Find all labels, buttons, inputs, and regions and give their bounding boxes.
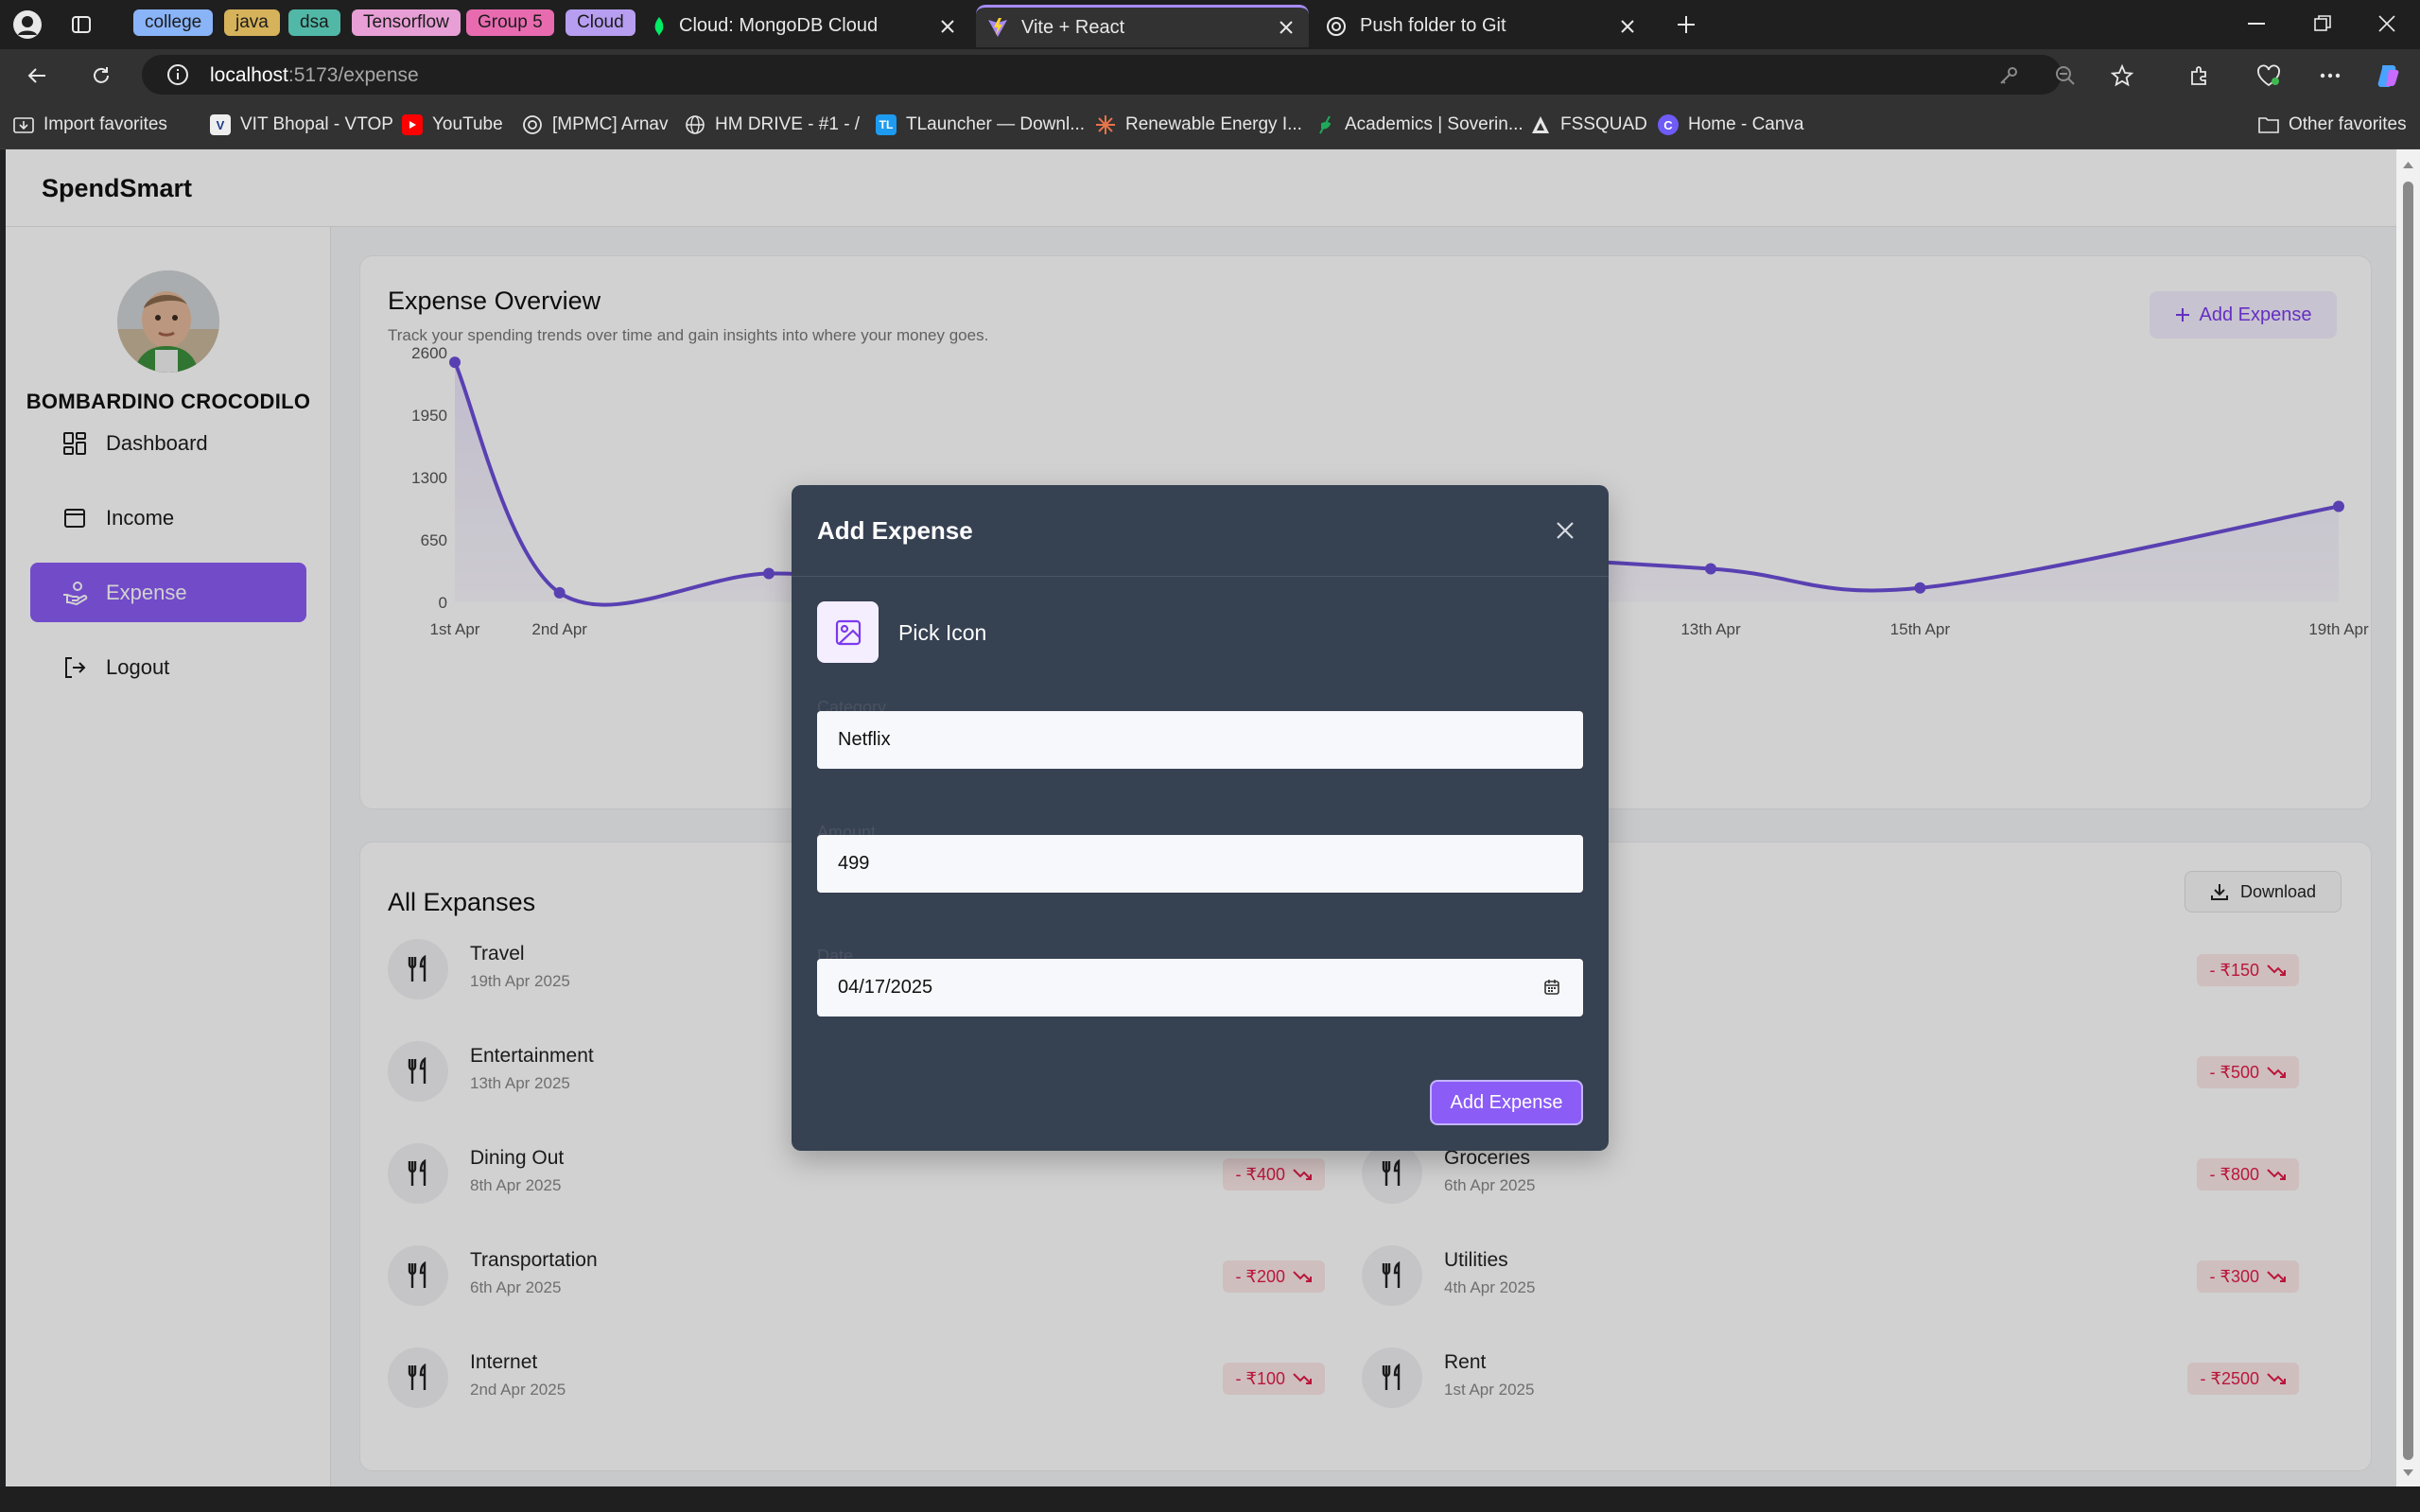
close-tab-icon[interactable] bbox=[934, 13, 961, 40]
fav-canva[interactable]: C Home - Canva bbox=[1658, 112, 1804, 138]
back-arrow-icon[interactable] bbox=[23, 61, 51, 90]
add-expense-modal: Add Expense Pick Icon Category Amount Da… bbox=[792, 485, 1609, 1151]
extensions-icon[interactable] bbox=[2186, 62, 2213, 89]
vtop-icon: V bbox=[210, 114, 231, 135]
submit-add-expense-button[interactable]: Add Expense bbox=[1430, 1080, 1583, 1125]
calendar-icon[interactable] bbox=[1543, 979, 1560, 996]
scrollbar-thumb[interactable] bbox=[2403, 182, 2413, 1460]
tab-group-group5[interactable]: Group 5 bbox=[466, 9, 554, 36]
amount-input-value: 499 bbox=[838, 853, 870, 874]
close-tab-icon[interactable] bbox=[1273, 14, 1299, 41]
url-field[interactable]: localhost:5173/expense bbox=[142, 55, 2062, 95]
more-options-icon[interactable] bbox=[2317, 62, 2343, 89]
pick-icon-label: Pick Icon bbox=[898, 620, 987, 645]
browser-tab-bar: college java dsa Tensorflow Group 5 Clou… bbox=[0, 0, 2420, 49]
fssquad-icon bbox=[1530, 114, 1551, 135]
amount-input[interactable]: 499 bbox=[817, 835, 1583, 893]
tab-title: Cloud: MongoDB Cloud bbox=[679, 15, 879, 36]
profile-avatar-icon[interactable] bbox=[11, 9, 44, 41]
pick-icon-button[interactable] bbox=[817, 601, 879, 663]
new-tab-icon[interactable] bbox=[1670, 9, 1702, 41]
url-host: localhost bbox=[210, 64, 288, 86]
fav-label: TLauncher — Downl... bbox=[906, 114, 1086, 134]
globe-icon bbox=[685, 114, 705, 135]
category-input[interactable]: Netflix bbox=[817, 711, 1583, 769]
fav-mpmc-arnav[interactable]: [MPMC] Arnav bbox=[522, 112, 668, 138]
browser-essentials-icon[interactable] bbox=[2255, 62, 2283, 89]
youtube-icon bbox=[402, 114, 423, 135]
close-icon[interactable] bbox=[1548, 513, 1582, 547]
date-input[interactable]: 04/17/2025 bbox=[817, 959, 1583, 1017]
category-input-value: Netflix bbox=[838, 729, 891, 750]
tab-group-tensorflow[interactable]: Tensorflow bbox=[352, 9, 461, 36]
date-input-value: 04/17/2025 bbox=[838, 977, 933, 998]
copilot-icon[interactable] bbox=[2374, 61, 2404, 91]
tab-group-college[interactable]: college bbox=[133, 9, 214, 36]
fav-academics[interactable]: Academics | Soverin... bbox=[1314, 112, 1523, 138]
starburst-icon bbox=[1095, 114, 1116, 135]
fav-hm-drive[interactable]: HM DRIVE - #1 - / bbox=[685, 112, 860, 138]
tab-vite-react[interactable]: Vite + React bbox=[976, 5, 1309, 47]
chatgpt-icon bbox=[1326, 16, 1347, 37]
fav-tlauncher[interactable]: TL TLauncher — Downl... bbox=[876, 112, 1085, 138]
close-tab-icon[interactable] bbox=[1614, 13, 1641, 40]
page-scrollbar[interactable] bbox=[2396, 149, 2420, 1486]
fav-label: Import favorites bbox=[44, 114, 167, 134]
tab-title: Vite + React bbox=[1021, 16, 1125, 38]
scroll-down-icon[interactable] bbox=[2396, 1464, 2420, 1483]
fav-label: FSSQUAD bbox=[1560, 114, 1647, 134]
image-icon bbox=[834, 618, 862, 647]
tab-push-folder[interactable]: Push folder to Git bbox=[1314, 5, 1650, 47]
tab-group-cloud[interactable]: Cloud bbox=[566, 9, 635, 36]
restore-window-icon[interactable] bbox=[2290, 0, 2355, 47]
canva-icon: C bbox=[1658, 114, 1679, 135]
fav-fssquad[interactable]: FSSQUAD bbox=[1530, 112, 1647, 138]
vite-icon bbox=[987, 17, 1008, 38]
folder-icon bbox=[2258, 114, 2279, 135]
workspaces-icon[interactable] bbox=[68, 11, 95, 38]
favorite-star-icon[interactable] bbox=[2109, 62, 2135, 89]
zoom-out-icon[interactable] bbox=[2052, 62, 2079, 89]
modal-header: Add Expense bbox=[792, 485, 1609, 577]
tab-group-java[interactable]: java bbox=[224, 9, 280, 36]
fav-label: VIT Bhopal - VTOP bbox=[240, 114, 393, 134]
fav-import-favorites[interactable]: Import favorites bbox=[13, 112, 167, 138]
mongodb-leaf-icon bbox=[653, 16, 666, 36]
fav-label: [MPMC] Arnav bbox=[552, 114, 669, 134]
tab-group-dsa[interactable]: dsa bbox=[288, 9, 340, 36]
fav-label: Academics | Soverin... bbox=[1345, 114, 1523, 134]
import-icon bbox=[13, 114, 34, 135]
minimize-window-icon[interactable] bbox=[2224, 0, 2289, 47]
modal-title: Add Expense bbox=[817, 516, 973, 545]
fav-label: Renewable Energy I... bbox=[1125, 114, 1302, 134]
address-bar: localhost:5173/expense bbox=[0, 49, 2420, 100]
favorites-bar: Import favorites V VIT Bhopal - VTOP You… bbox=[0, 100, 2420, 149]
fav-youtube[interactable]: YouTube bbox=[402, 112, 503, 138]
fav-label: HM DRIVE - #1 - / bbox=[715, 114, 861, 134]
url-text: localhost:5173/expense bbox=[210, 64, 419, 87]
tab-title: Push folder to Git bbox=[1360, 15, 1506, 36]
tlauncher-icon: TL bbox=[876, 114, 897, 135]
window-bottom-edge bbox=[0, 1486, 2420, 1512]
openai-icon bbox=[522, 114, 543, 135]
tab-mongodb[interactable]: Cloud: MongoDB Cloud bbox=[639, 5, 970, 47]
reload-icon[interactable] bbox=[87, 61, 115, 90]
fav-vtop[interactable]: V VIT Bhopal - VTOP bbox=[210, 112, 393, 138]
leaf-icon bbox=[1314, 114, 1335, 135]
scroll-up-icon[interactable] bbox=[2396, 155, 2420, 174]
submit-label: Add Expense bbox=[1450, 1091, 1563, 1113]
fav-label: YouTube bbox=[432, 114, 503, 134]
fav-other-favorites[interactable]: Other favorites bbox=[2258, 112, 2407, 138]
close-window-icon[interactable] bbox=[2355, 0, 2419, 47]
key-icon[interactable] bbox=[1995, 62, 2022, 89]
fav-renewable-energy[interactable]: Renewable Energy I... bbox=[1095, 112, 1302, 138]
app-page: SpendSmart BOMBARDINO CROCODILO Dashboar… bbox=[6, 149, 2396, 1486]
fav-label: Other favorites bbox=[2289, 114, 2407, 134]
fav-label: Home - Canva bbox=[1688, 114, 1804, 134]
site-info-icon[interactable] bbox=[166, 63, 189, 86]
url-path: :5173/expense bbox=[287, 64, 419, 86]
